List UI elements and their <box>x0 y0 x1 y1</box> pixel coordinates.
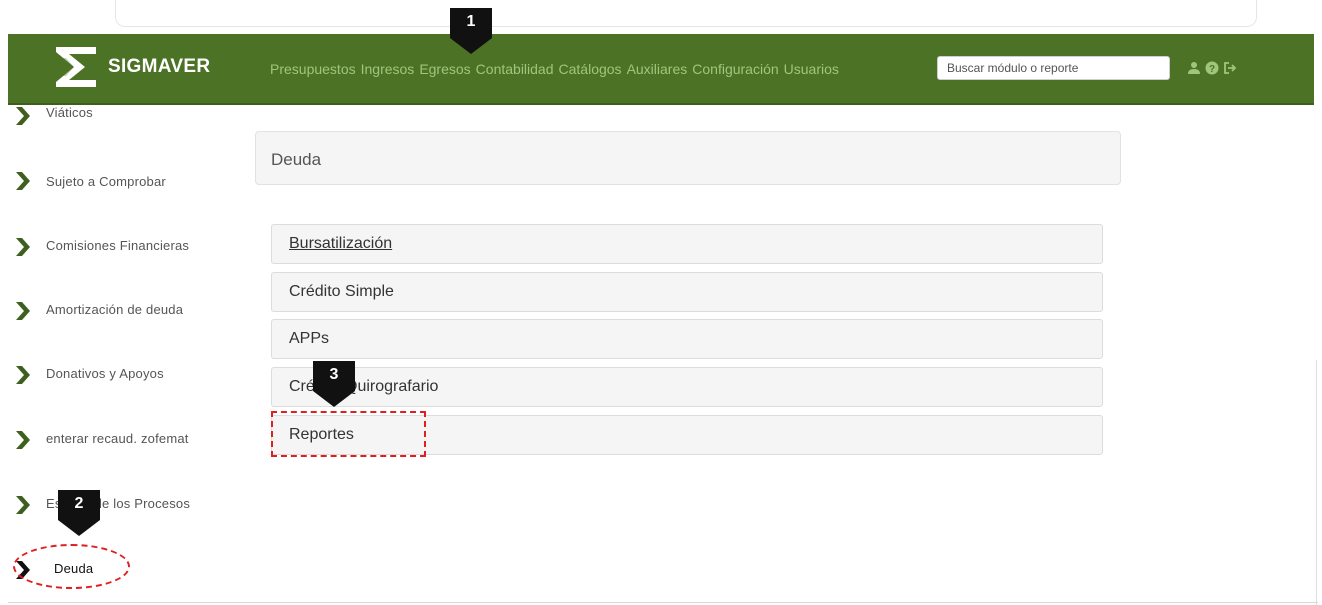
help-icon[interactable]: ? <box>1205 61 1219 75</box>
callout-number: 3 <box>329 366 339 383</box>
navbar-icons: ? <box>1187 61 1237 75</box>
chevron-right-icon <box>16 238 30 256</box>
right-divider <box>1316 360 1317 605</box>
menu-item-ingresos[interactable]: Ingresos <box>361 61 415 77</box>
sidebar-item-label: Viáticos <box>46 105 93 120</box>
highlight-deuda-ellipse <box>13 544 130 589</box>
chevron-right-icon <box>16 172 30 190</box>
sidebar-item-label: enterar recaud. zofemat <box>46 431 189 446</box>
main-menu: Presupuestos Ingresos Egresos Contabilid… <box>270 61 844 77</box>
menu-item-configuracion[interactable]: Configuración <box>692 61 778 77</box>
chevron-right-icon <box>16 366 30 384</box>
sidebar-item-comisiones-financieras[interactable]: Comisiones Financieras <box>16 238 189 256</box>
menu-item-usuarios[interactable]: Usuarios <box>784 61 839 77</box>
user-icon[interactable] <box>1187 61 1201 75</box>
brand[interactable]: SIGMAVER <box>52 38 210 96</box>
sidebar-item-estatus-de-los-procesos[interactable]: Estatus de los Procesos <box>16 496 190 514</box>
sigma-logo-icon <box>56 47 96 87</box>
callout-3: 3 <box>311 361 357 409</box>
sidebar-item-viaticos[interactable]: Viáticos <box>16 105 93 125</box>
callout-number: 1 <box>466 13 476 30</box>
search-input[interactable] <box>937 56 1170 80</box>
logout-icon[interactable] <box>1223 61 1237 75</box>
menu-item-auxiliares[interactable]: Auxiliares <box>627 61 688 77</box>
sidebar-item-label: Comisiones Financieras <box>46 238 190 253</box>
bottom-divider <box>8 602 1318 603</box>
list-item-apps[interactable]: APPs <box>271 319 1103 359</box>
menu-item-presupuestos[interactable]: Presupuestos <box>270 61 356 77</box>
callout-2: 2 <box>56 490 102 538</box>
sidebar-item-amortizacion-de-deuda[interactable]: Amortización de deuda <box>16 302 183 320</box>
chevron-right-icon <box>16 496 30 514</box>
menu-item-catalogos[interactable]: Catálogos <box>559 61 622 77</box>
list-item-bursatilizacion[interactable]: Bursatilización <box>271 224 1103 264</box>
chevron-right-icon <box>16 302 30 320</box>
section-panel: Deuda <box>255 131 1121 185</box>
highlight-reportes-box <box>271 411 426 457</box>
list-item-credito-simple[interactable]: Crédito Simple <box>271 272 1103 312</box>
top-navbar: SIGMAVER Presupuestos Ingresos Egresos C… <box>8 34 1314 105</box>
chevron-right-icon <box>16 431 30 449</box>
menu-item-contabilidad[interactable]: Contabilidad <box>476 61 554 77</box>
app-name: SIGMAVER <box>108 56 211 77</box>
browser-top-strip <box>115 0 1257 27</box>
sidebar-item-sujeto-a-comprobar[interactable]: Sujeto a Comprobar <box>16 172 166 190</box>
callout-number: 2 <box>74 495 84 512</box>
sidebar-item-enterar-recaud-zofemat[interactable]: enterar recaud. zofemat <box>16 431 189 449</box>
panel-title: Deuda <box>271 150 322 169</box>
svg-text:?: ? <box>1209 64 1215 75</box>
menu-item-egresos[interactable]: Egresos <box>419 61 470 77</box>
callout-1: 1 <box>448 8 494 56</box>
list-item-credito-quirografario[interactable]: Crédito Quirografario <box>271 367 1103 407</box>
sidebar-item-label: Sujeto a Comprobar <box>46 174 166 189</box>
sidebar-item-donativos-y-apoyos[interactable]: Donativos y Apoyos <box>16 366 164 384</box>
sidebar-item-label: Amortización de deuda <box>46 302 184 317</box>
sidebar-item-label: Donativos y Apoyos <box>46 366 164 381</box>
chevron-right-icon <box>16 107 30 125</box>
